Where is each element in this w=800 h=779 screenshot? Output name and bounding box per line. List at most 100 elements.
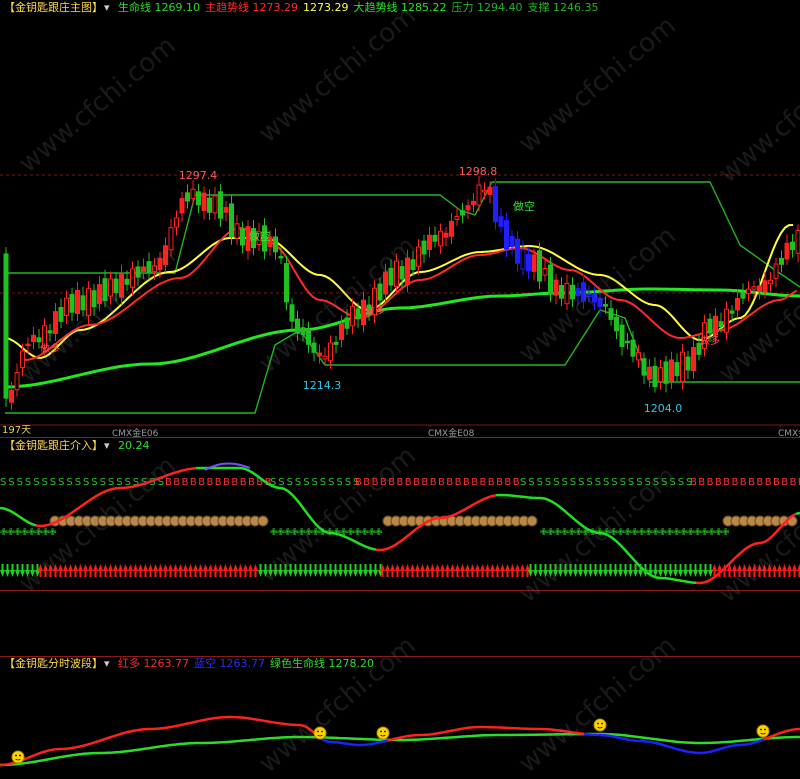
candle	[674, 362, 680, 377]
candle	[273, 236, 278, 253]
candle	[795, 229, 800, 254]
signal-arrow	[792, 564, 797, 577]
smiley-eye	[321, 730, 323, 733]
signal-arrow	[703, 564, 708, 577]
candle	[592, 294, 597, 303]
candle	[333, 341, 339, 345]
s-marker: S	[66, 477, 72, 488]
signal-arrow	[385, 564, 390, 577]
signal-arrow	[455, 564, 460, 577]
signal-arrow	[248, 564, 253, 577]
smiley-eye	[384, 730, 386, 733]
wave-line	[0, 715, 317, 767]
candle	[410, 259, 416, 270]
signal-arrow	[73, 564, 78, 577]
signal-arrow	[0, 564, 5, 577]
candle	[20, 350, 25, 369]
signal-arrow	[193, 564, 198, 577]
candle	[284, 263, 289, 303]
signal-arrow	[608, 564, 613, 577]
candle	[652, 365, 658, 388]
signal-arrow	[490, 564, 495, 577]
candle	[779, 257, 784, 265]
s-marker: S	[33, 477, 39, 488]
s-marker: S	[312, 477, 318, 488]
signal-arrow	[43, 564, 48, 577]
candle	[746, 288, 751, 295]
axis-label: CMX金E06	[112, 427, 159, 437]
signal-arrow	[395, 564, 400, 577]
s-marker: S	[661, 477, 667, 488]
candle	[542, 268, 548, 276]
s-marker: S	[108, 477, 114, 488]
b-marker: B	[471, 477, 478, 488]
signal-arrow	[475, 564, 480, 577]
candle	[515, 238, 520, 264]
signal-arrow	[168, 564, 173, 577]
candle	[355, 308, 361, 320]
b-marker: B	[513, 477, 520, 488]
b-marker: B	[413, 477, 420, 488]
candle	[559, 285, 564, 299]
smiley-eye	[760, 728, 762, 731]
s-marker: S	[345, 477, 351, 488]
candle	[394, 260, 399, 287]
candle	[185, 192, 190, 202]
candle	[212, 195, 218, 214]
candle	[751, 286, 757, 290]
candle	[707, 318, 713, 334]
candle	[482, 189, 487, 193]
candle	[97, 284, 102, 305]
s-marker: S	[562, 477, 568, 488]
b-marker: B	[488, 477, 495, 488]
s-marker: S	[0, 477, 6, 488]
s-marker: S	[603, 477, 609, 488]
signal-arrow	[213, 564, 218, 577]
b-marker: B	[421, 477, 428, 488]
signal-arrow	[563, 564, 568, 577]
candle	[152, 265, 157, 272]
signal-arrow	[88, 564, 93, 577]
axis-label: CMX金	[778, 427, 800, 437]
signal-arrow	[653, 564, 658, 577]
candle	[328, 342, 333, 361]
s-marker: S	[620, 477, 626, 488]
smiley-eye	[19, 754, 21, 757]
signal-arrow	[20, 564, 25, 577]
signal-arrow	[668, 564, 673, 577]
signal-arrow	[425, 564, 430, 577]
signal-arrow	[693, 564, 698, 577]
signal-arrow	[737, 564, 742, 577]
b-marker: B	[748, 477, 755, 488]
signal-arrow	[435, 564, 440, 577]
low-label: 1204.0	[644, 402, 683, 415]
signal-arrow	[553, 564, 558, 577]
candle	[36, 337, 42, 343]
candle	[91, 290, 97, 308]
signal-arrow	[313, 564, 318, 577]
signal-arrow	[603, 564, 608, 577]
b-marker: B	[397, 477, 404, 488]
candle	[240, 228, 245, 246]
smiley-icon	[593, 718, 607, 732]
signal-arrow	[470, 564, 475, 577]
candle	[108, 278, 113, 297]
candle	[498, 216, 504, 227]
signal-arrow	[218, 564, 223, 577]
candle	[504, 220, 509, 250]
candle	[229, 203, 234, 238]
s-marker: S	[83, 477, 89, 488]
signal-arrow	[108, 564, 113, 577]
signal-arrow	[777, 564, 782, 577]
candle	[405, 257, 410, 286]
s-marker: S	[100, 477, 106, 488]
candle	[509, 236, 515, 247]
candle	[608, 308, 614, 320]
smiley-eye	[15, 754, 17, 757]
candle	[163, 245, 168, 266]
candle	[570, 284, 575, 300]
candle	[47, 330, 53, 334]
smiley-eye	[764, 728, 766, 731]
smiley-icon	[376, 726, 390, 740]
candle	[113, 278, 119, 294]
